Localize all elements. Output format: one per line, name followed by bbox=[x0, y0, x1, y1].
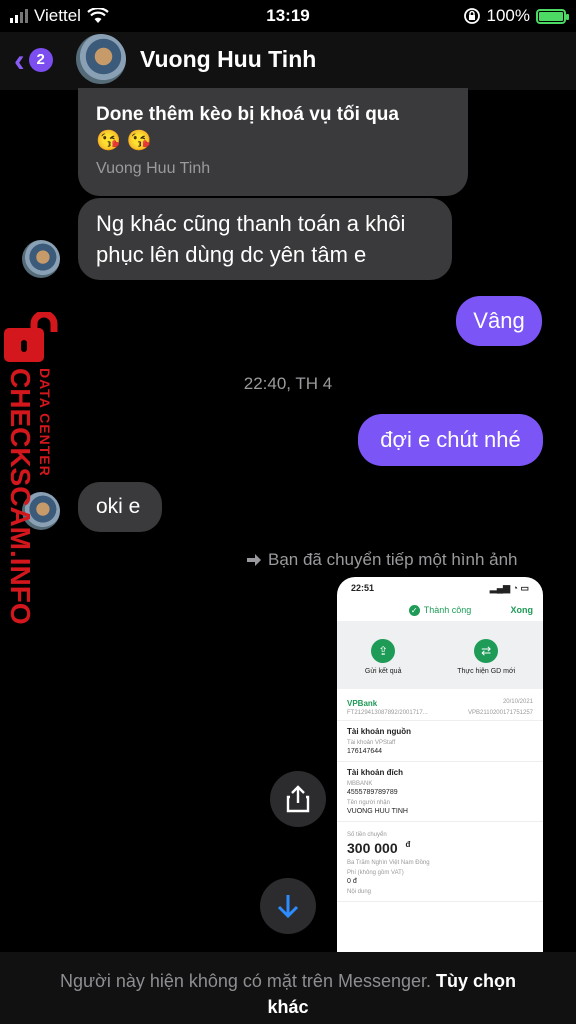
status-right: 100% bbox=[463, 6, 569, 26]
watermark-sub: DATA CENTER bbox=[37, 368, 53, 477]
conversation-header: ‹ 2 Vuong Huu Tinh bbox=[0, 32, 576, 90]
recipient-label: Tên người nhận bbox=[347, 800, 390, 806]
contact-name[interactable]: Vuong Huu Tinh bbox=[140, 46, 316, 73]
image-status-icons: ▂▄▆ ◔ ▭ bbox=[489, 582, 529, 593]
battery-icon bbox=[536, 8, 569, 24]
incoming-message[interactable]: oki e bbox=[78, 482, 162, 532]
unread-badge: 2 bbox=[28, 48, 53, 72]
destination-account-section: Tài khoản đích MBBANK 4555789789789 Tên … bbox=[337, 762, 543, 822]
amount-words: Ba Trăm Nghìn Việt Nam Đồng bbox=[347, 860, 430, 866]
forwarded-note-text: Bạn đã chuyển tiếp một hình ảnh bbox=[268, 550, 518, 569]
bank-block: VPBank 20/10/2021 FT2129413087892/200171… bbox=[337, 689, 543, 721]
checkscam-watermark: CHECKSCAM.INFO DATA CENTER bbox=[0, 308, 70, 625]
source-heading: Tài khoản nguồn bbox=[347, 727, 411, 736]
source-account-section: Tài khoản nguồn Tài khoản VPStaff 176147… bbox=[337, 721, 543, 762]
success-check-icon: ✓ bbox=[408, 604, 420, 616]
notice-text: Người này hiện không có mặt trên Messeng… bbox=[59, 971, 432, 991]
battery-percent: 100% bbox=[486, 6, 530, 25]
swap-icon: ⇄ bbox=[474, 639, 499, 663]
share-icon bbox=[286, 785, 310, 813]
image-status-bar: 22:51 ▂▄▆ ◔ ▭ bbox=[337, 577, 543, 599]
reference-left: FT2129413087892/2001717... bbox=[347, 710, 428, 716]
source-value: 176147644 bbox=[347, 748, 383, 755]
reference-right: VPB2110200171751257 bbox=[468, 710, 533, 716]
unavailable-notice: Người này hiện không có mặt trên Messeng… bbox=[0, 952, 576, 1024]
arrow-down-icon bbox=[277, 895, 299, 919]
destination-bank: MBBANK bbox=[347, 781, 373, 787]
transaction-status: Thành công bbox=[423, 605, 472, 615]
bank-logo: VPBank bbox=[347, 699, 378, 708]
amount-label: Số tiền chuyển bbox=[347, 832, 387, 838]
scroll-down-button[interactable] bbox=[260, 878, 316, 934]
amount-currency: đ bbox=[405, 840, 411, 849]
recipient-value: VUONG HUU TINH bbox=[347, 808, 408, 815]
amount-value: 300 000 bbox=[347, 840, 398, 856]
forwarded-note: Bạn đã chuyển tiếp một hình ảnh bbox=[246, 550, 518, 570]
incoming-message[interactable]: Ng khác cũng thanh toán a khôi phục lên … bbox=[78, 198, 452, 280]
forwarded-image[interactable]: 22:51 ▂▄▆ ◔ ▭ ✓ Thành công Xong ⇪ Gửi kế… bbox=[337, 577, 543, 957]
image-time: 22:51 bbox=[351, 583, 375, 593]
destination-heading: Tài khoản đích bbox=[347, 768, 404, 777]
outgoing-message[interactable]: Vâng bbox=[456, 296, 542, 346]
outgoing-message[interactable]: đợi e chút nhé bbox=[358, 414, 543, 466]
image-done-label: Xong bbox=[510, 605, 534, 615]
back-button[interactable]: ‹ 2 bbox=[14, 44, 53, 76]
fee-value: 0 đ bbox=[347, 878, 357, 885]
transaction-actions: ⇪ Gửi kết quả ⇄ Thực hiện GD mới bbox=[337, 621, 543, 689]
reply-text: Done thêm kèo bị khoá vụ tối qua bbox=[96, 104, 399, 125]
forward-arrow-icon bbox=[247, 554, 261, 566]
send-result-label: Gửi kết quả bbox=[364, 668, 402, 675]
sender-avatar[interactable] bbox=[22, 240, 60, 278]
fee-label: Phí (không gồm VAT) bbox=[347, 870, 404, 876]
reply-emoji: 😘 😘 bbox=[96, 130, 152, 152]
lock-icon bbox=[4, 312, 58, 362]
reply-sender: Vuong Huu Tinh bbox=[96, 160, 211, 177]
transaction-header: ✓ Thành công Xong bbox=[337, 599, 543, 621]
status-bar: Viettel 13:19 100% bbox=[0, 0, 576, 32]
source-label: Tài khoản VPStaff bbox=[347, 740, 396, 746]
transaction-date: 20/10/2021 bbox=[502, 699, 533, 705]
destination-account: 4555789789789 bbox=[347, 789, 398, 796]
reply-message-bubble[interactable]: Done thêm kèo bị khoá vụ tối qua 😘 😘 Vuo… bbox=[78, 88, 468, 196]
message-timestamp: 22:40, TH 4 bbox=[243, 374, 333, 393]
contact-avatar[interactable] bbox=[76, 34, 126, 84]
upload-icon: ⇪ bbox=[371, 639, 396, 663]
orientation-lock-icon bbox=[463, 8, 480, 24]
content-label: Nội dung bbox=[347, 889, 372, 895]
send-result-action: ⇪ Gửi kết quả bbox=[364, 639, 402, 675]
share-button[interactable] bbox=[270, 771, 326, 827]
chevron-left-icon: ‹ bbox=[14, 42, 25, 78]
amount-section: Số tiền chuyển 300 000 đ Ba Trăm Nghìn V… bbox=[337, 822, 543, 902]
amount-row: 300 000 đ bbox=[347, 840, 533, 856]
watermark-brand: CHECKSCAM.INFO bbox=[5, 368, 36, 625]
new-transaction-action: ⇄ Thực hiện GD mới bbox=[457, 639, 515, 675]
new-transaction-label: Thực hiện GD mới bbox=[457, 668, 516, 675]
